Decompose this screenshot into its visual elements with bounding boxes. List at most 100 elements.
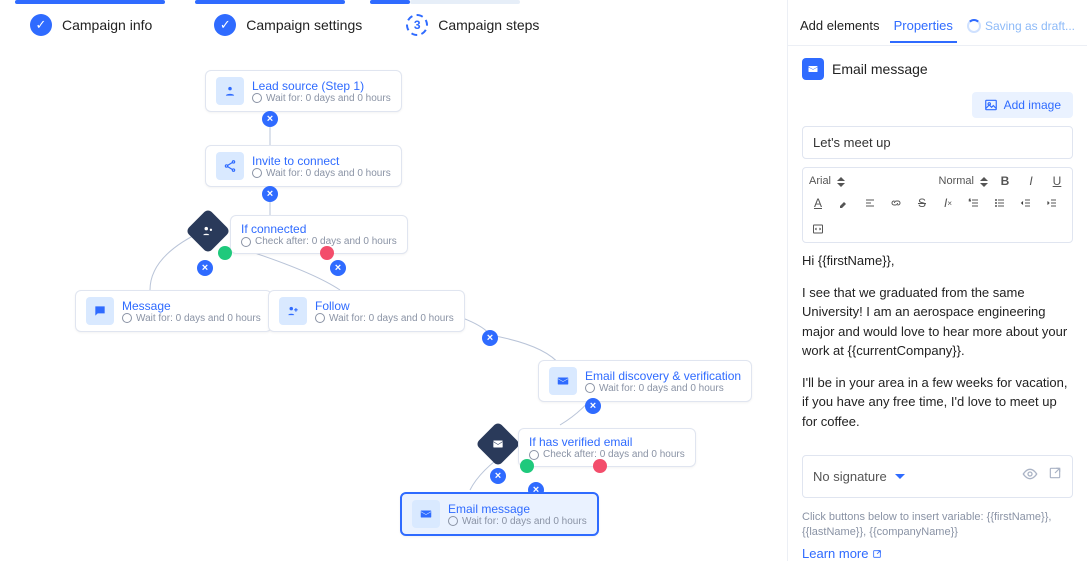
delete-connector-button[interactable]: × bbox=[490, 468, 506, 484]
code-button[interactable] bbox=[809, 220, 827, 238]
node-subtitle: Check after: 0 days and 0 hours bbox=[241, 236, 397, 247]
delete-connector-button[interactable]: × bbox=[262, 186, 278, 202]
node-if-verified-email[interactable]: If has verified emailCheck after: 0 days… bbox=[518, 428, 696, 467]
follow-icon bbox=[279, 297, 307, 325]
delete-connector-button[interactable]: × bbox=[585, 398, 601, 414]
font-family-select[interactable]: Arial bbox=[809, 175, 845, 187]
node-subtitle: Wait for: 0 days and 0 hours bbox=[252, 93, 391, 104]
side-panel: Add elements Properties Saving as draft.… bbox=[787, 0, 1087, 561]
editor-paragraph: Hi {{firstName}}, bbox=[802, 251, 1073, 271]
delete-connector-button[interactable]: × bbox=[482, 330, 498, 346]
step-progress-3-remainder bbox=[410, 0, 520, 4]
node-title: Follow bbox=[315, 299, 454, 313]
decision-if-email-icon[interactable] bbox=[475, 421, 520, 466]
chevron-down-icon bbox=[895, 474, 905, 479]
stepper: Campaign info Campaign settings 3 Campai… bbox=[0, 0, 787, 50]
preview-icon[interactable] bbox=[1022, 466, 1038, 487]
email-body-editor[interactable]: Hi {{firstName}}, I see that we graduate… bbox=[802, 249, 1073, 445]
step-campaign-settings[interactable]: Campaign settings bbox=[198, 14, 378, 36]
strike-button[interactable]: S bbox=[913, 194, 931, 212]
editor-toolbar: Arial Normal B I U A S I× 1 bbox=[802, 167, 1073, 243]
node-title: Message bbox=[122, 299, 261, 313]
learn-more-link[interactable]: Learn more bbox=[802, 546, 882, 561]
node-subtitle: Wait for: 0 days and 0 hours bbox=[585, 383, 741, 394]
step-progress-1 bbox=[15, 0, 165, 4]
outdent-button[interactable] bbox=[1017, 194, 1035, 212]
timer-icon bbox=[585, 383, 595, 393]
check-icon bbox=[214, 14, 236, 36]
branch-yes-dot bbox=[520, 459, 534, 473]
node-follow[interactable]: FollowWait for: 0 days and 0 hours bbox=[268, 290, 465, 332]
node-subtitle: Wait for: 0 days and 0 hours bbox=[122, 313, 261, 324]
delete-connector-button[interactable]: × bbox=[330, 260, 346, 276]
delete-connector-button[interactable]: × bbox=[197, 260, 213, 276]
node-message[interactable]: MessageWait for: 0 days and 0 hours bbox=[75, 290, 272, 332]
image-icon bbox=[984, 98, 998, 112]
popout-icon[interactable] bbox=[1048, 466, 1062, 487]
node-invite-connect[interactable]: Invite to connectWait for: 0 days and 0 … bbox=[205, 145, 402, 187]
message-icon bbox=[86, 297, 114, 325]
panel-title: Email message bbox=[788, 46, 1087, 92]
spinner-icon bbox=[967, 19, 981, 33]
branch-no-dot bbox=[320, 246, 334, 260]
underline-button[interactable]: U bbox=[1048, 172, 1066, 190]
editor-paragraph: I'll be in your area in a few weeks for … bbox=[802, 373, 1073, 432]
subject-input[interactable]: Let's meet up bbox=[802, 126, 1073, 159]
mail-search-icon bbox=[549, 367, 577, 395]
bold-button[interactable]: B bbox=[996, 172, 1014, 190]
node-title: If has verified email bbox=[529, 435, 685, 449]
signature-select[interactable]: No signature bbox=[802, 455, 1073, 498]
node-subtitle: Wait for: 0 days and 0 hours bbox=[252, 168, 391, 179]
add-image-button[interactable]: Add image bbox=[972, 92, 1073, 118]
indent-button[interactable] bbox=[1043, 194, 1061, 212]
node-email-message[interactable]: Email messageWait for: 0 days and 0 hour… bbox=[400, 492, 599, 536]
branch-yes-dot bbox=[218, 246, 232, 260]
timer-icon bbox=[315, 313, 325, 323]
node-if-connected[interactable]: If connectedCheck after: 0 days and 0 ho… bbox=[230, 215, 408, 254]
step-campaign-info[interactable]: Campaign info bbox=[14, 14, 168, 36]
node-subtitle: Wait for: 0 days and 0 hours bbox=[448, 516, 587, 527]
panel-tabs: Add elements Properties Saving as draft.… bbox=[788, 0, 1087, 46]
timer-icon bbox=[252, 93, 262, 103]
external-link-icon bbox=[872, 549, 882, 559]
check-icon bbox=[30, 14, 52, 36]
node-lead-source[interactable]: Lead source (Step 1)Wait for: 0 days and… bbox=[205, 70, 402, 112]
lead-icon bbox=[216, 77, 244, 105]
step-label: Campaign info bbox=[62, 17, 152, 33]
node-title: Invite to connect bbox=[252, 154, 391, 168]
ordered-list-button[interactable]: 1 bbox=[965, 194, 983, 212]
step-label: Campaign steps bbox=[438, 17, 539, 33]
flow-canvas[interactable]: Lead source (Step 1)Wait for: 0 days and… bbox=[0, 50, 787, 561]
text-color-button[interactable]: A bbox=[809, 194, 827, 212]
email-icon bbox=[412, 500, 440, 528]
svg-text:1: 1 bbox=[969, 198, 971, 202]
delete-connector-button[interactable]: × bbox=[262, 111, 278, 127]
tab-properties[interactable]: Properties bbox=[890, 10, 957, 43]
align-button[interactable] bbox=[861, 194, 879, 212]
link-button[interactable] bbox=[887, 194, 905, 212]
saving-indicator: Saving as draft... bbox=[963, 11, 1079, 43]
italic-button[interactable]: I bbox=[1022, 172, 1040, 190]
editor-paragraph: I see that we graduated from the same Un… bbox=[802, 283, 1073, 361]
unordered-list-button[interactable] bbox=[991, 194, 1009, 212]
timer-icon bbox=[122, 313, 132, 323]
node-title: Lead source (Step 1) bbox=[252, 79, 391, 93]
node-title: Email message bbox=[448, 502, 587, 516]
node-title: Email discovery & verification bbox=[585, 369, 741, 383]
node-subtitle: Check after: 0 days and 0 hours bbox=[529, 449, 685, 460]
timer-icon bbox=[252, 168, 262, 178]
step-campaign-steps[interactable]: 3 Campaign steps bbox=[390, 14, 555, 36]
node-title: If connected bbox=[241, 222, 397, 236]
timer-icon bbox=[241, 237, 251, 247]
clear-format-button[interactable]: I× bbox=[939, 194, 957, 212]
branch-no-dot bbox=[593, 459, 607, 473]
share-icon bbox=[216, 152, 244, 180]
highlight-button[interactable] bbox=[835, 194, 853, 212]
email-icon bbox=[802, 58, 824, 80]
variable-help-text: Click buttons below to insert variable: … bbox=[788, 506, 1087, 545]
step-progress-3 bbox=[370, 0, 410, 4]
tab-add-elements[interactable]: Add elements bbox=[796, 10, 884, 43]
step-label: Campaign settings bbox=[246, 17, 362, 33]
node-email-discovery[interactable]: Email discovery & verificationWait for: … bbox=[538, 360, 752, 402]
font-size-select[interactable]: Normal bbox=[939, 175, 988, 187]
